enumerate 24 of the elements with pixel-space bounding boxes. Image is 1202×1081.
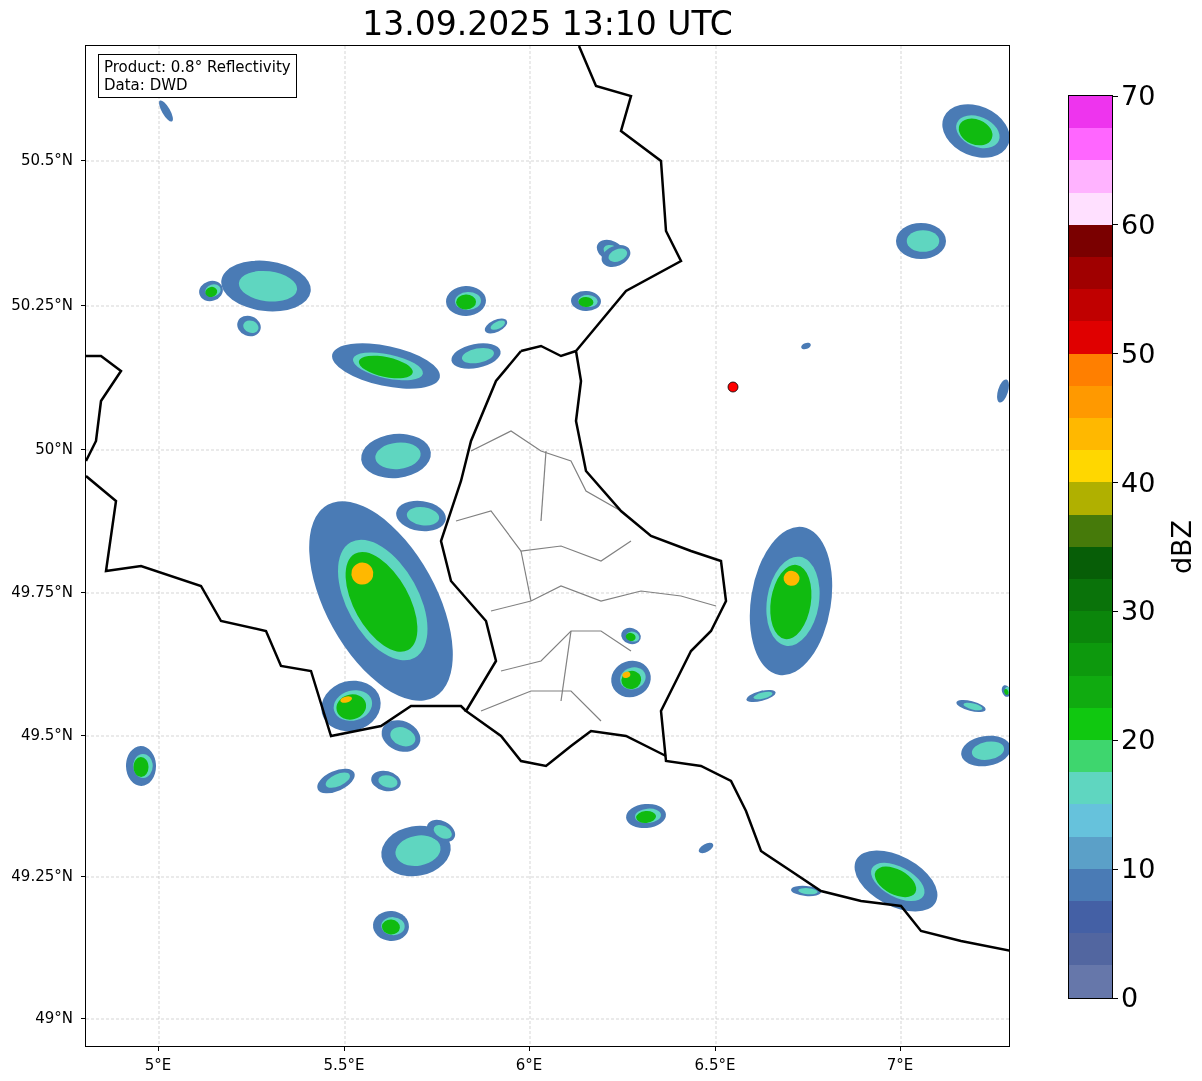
- longitude-label: 6.5°E: [694, 1055, 736, 1075]
- longitude-label: 5.5°E: [323, 1055, 365, 1075]
- chart-title: 13.09.2025 13:10 UTC: [361, 4, 734, 44]
- colorbar-tick-label: 60: [1121, 209, 1156, 240]
- colorbar-tick-label: 0: [1121, 983, 1139, 1013]
- latitude-label: 50.5°N: [20, 150, 73, 170]
- colorbar-label: dBZ: [1167, 519, 1197, 575]
- colorbar-tick-label: 50: [1121, 338, 1156, 369]
- colorbar-tick-label: 20: [1121, 725, 1156, 756]
- colorbar-tick-label: 30: [1121, 596, 1156, 627]
- colorbar-tick-label: 40: [1121, 467, 1156, 498]
- legend-text: Data: DWD: [104, 76, 189, 94]
- latitude-label: 49.75°N: [11, 582, 73, 602]
- latitude-label: 49.25°N: [11, 866, 73, 886]
- longitude-label: 7°E: [886, 1055, 914, 1075]
- longitude-label: 6°E: [515, 1055, 543, 1075]
- colorbar-tick-label: 10: [1121, 854, 1156, 885]
- latitude-label: 50°N: [35, 439, 73, 459]
- colorbar-tick-label: 70: [1121, 81, 1156, 111]
- longitude-label: 5°E: [144, 1055, 172, 1075]
- legend-text: Product: 0.8° Reflectivity: [104, 58, 291, 76]
- latitude-label: 50.25°N: [11, 295, 73, 315]
- latitude-label: 49°N: [35, 1008, 73, 1028]
- latitude-label: 49.5°N: [20, 725, 73, 745]
